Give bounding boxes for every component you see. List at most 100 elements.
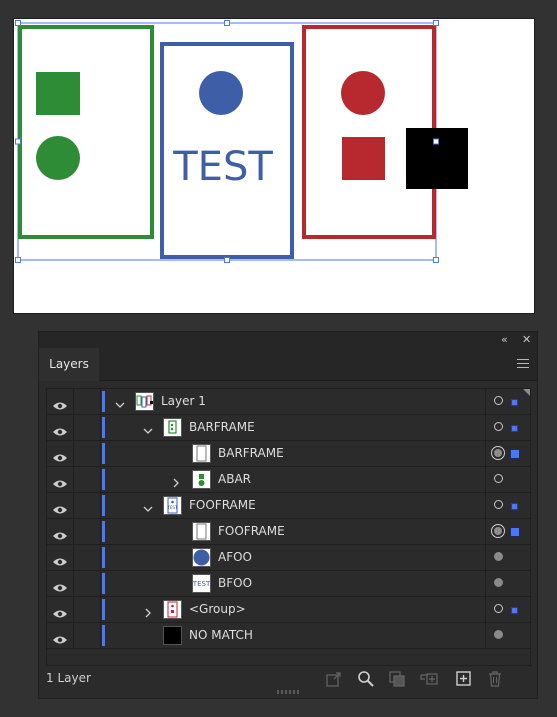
visibility-toggle[interactable]: [47, 441, 74, 466]
create-new-layer-icon[interactable]: [455, 670, 473, 688]
afoo-circle[interactable]: [199, 71, 243, 115]
target-icon[interactable]: [494, 474, 503, 483]
target-icon[interactable]: [494, 500, 503, 509]
create-sublayer-icon[interactable]: [420, 670, 438, 688]
target-icon[interactable]: [494, 422, 503, 431]
layer-item[interactable]: FOOFRAME: [107, 519, 485, 544]
chevron-down-icon[interactable]: [143, 421, 153, 440]
target-column[interactable]: [485, 415, 530, 440]
target-icon[interactable]: [494, 552, 503, 561]
bfoo-text[interactable]: TEST: [172, 144, 273, 190]
no-match-rect[interactable]: [406, 128, 468, 189]
layer-row[interactable]: BARFRAME: [47, 441, 530, 467]
target-icon[interactable]: [494, 578, 503, 587]
layer-name[interactable]: FOOFRAME: [189, 498, 256, 512]
lock-toggle[interactable]: [73, 389, 101, 414]
selection-indicator[interactable]: [510, 527, 520, 537]
layer-name[interactable]: <Group>: [189, 602, 246, 616]
target-icon[interactable]: [494, 396, 503, 405]
visibility-toggle[interactable]: [47, 571, 74, 596]
visibility-toggle[interactable]: [47, 597, 74, 622]
layer-row[interactable]: <Group>: [47, 597, 530, 623]
visibility-toggle[interactable]: [47, 389, 74, 414]
search-icon[interactable]: [357, 670, 375, 688]
close-icon[interactable]: ✕: [522, 333, 531, 346]
target-icon[interactable]: [494, 604, 503, 613]
visibility-toggle[interactable]: [47, 623, 74, 648]
layer-item[interactable]: Layer 1: [107, 389, 485, 414]
target-icon[interactable]: [491, 446, 505, 460]
layer-row[interactable]: TEST BFOO: [47, 571, 530, 597]
group-red-square[interactable]: [342, 137, 385, 180]
lock-toggle[interactable]: [73, 467, 101, 492]
layer-name[interactable]: ABAR: [218, 472, 251, 486]
lock-toggle[interactable]: [73, 545, 101, 570]
chevron-down-icon[interactable]: [115, 395, 125, 414]
layer-row[interactable]: BARFRAME: [47, 415, 530, 441]
target-column[interactable]: [485, 467, 530, 492]
resize-grip[interactable]: [277, 690, 299, 694]
layer-row[interactable]: ABAR: [47, 467, 530, 493]
abar-circle[interactable]: [36, 136, 80, 180]
layer-row[interactable]: Layer 1: [47, 389, 530, 415]
barframe-rect[interactable]: [18, 25, 154, 239]
layer-item[interactable]: NO MATCH: [107, 623, 485, 648]
chevron-right-icon[interactable]: [143, 603, 153, 622]
trash-icon[interactable]: [486, 670, 504, 688]
layer-row[interactable]: TEST FOOFRAME: [47, 493, 530, 519]
layer-item[interactable]: AFOO: [107, 545, 485, 570]
selection-indicator[interactable]: [511, 425, 518, 432]
target-column[interactable]: [485, 519, 530, 544]
lock-toggle[interactable]: [73, 571, 101, 596]
target-column[interactable]: [485, 623, 530, 648]
layer-name[interactable]: BARFRAME: [218, 446, 284, 460]
layer-item[interactable]: BARFRAME: [107, 415, 485, 440]
lock-toggle[interactable]: [73, 493, 101, 518]
lock-toggle[interactable]: [73, 597, 101, 622]
artboard-canvas[interactable]: TEST: [13, 18, 535, 314]
lock-toggle[interactable]: [73, 519, 101, 544]
layer-item[interactable]: TEST FOOFRAME: [107, 493, 485, 518]
selection-indicator[interactable]: [511, 503, 518, 510]
export-icon[interactable]: [325, 670, 343, 688]
selection-indicator[interactable]: [511, 607, 518, 614]
target-icon[interactable]: [491, 524, 505, 538]
hamburger-menu-icon[interactable]: [517, 359, 529, 369]
layer-name[interactable]: NO MATCH: [189, 628, 253, 642]
group-red-circle[interactable]: [341, 71, 385, 115]
visibility-toggle[interactable]: [47, 519, 74, 544]
panel-title-bar[interactable]: « ✕: [39, 332, 537, 348]
layer-item[interactable]: TEST BFOO: [107, 571, 485, 596]
visibility-toggle[interactable]: [47, 545, 74, 570]
lock-toggle[interactable]: [73, 441, 101, 466]
visibility-toggle[interactable]: [47, 467, 74, 492]
layer-row[interactable]: FOOFRAME: [47, 519, 530, 545]
layer-name[interactable]: BARFRAME: [189, 420, 255, 434]
target-column[interactable]: [485, 571, 530, 596]
clipping-mask-icon[interactable]: [388, 670, 406, 688]
layer-name[interactable]: FOOFRAME: [218, 524, 285, 538]
layer-item[interactable]: ABAR: [107, 467, 485, 492]
tab-layers[interactable]: Layers: [39, 348, 99, 381]
layer-item[interactable]: BARFRAME: [107, 441, 485, 466]
target-column[interactable]: [485, 545, 530, 570]
layer-name[interactable]: Layer 1: [161, 394, 206, 408]
target-column[interactable]: [485, 441, 530, 466]
layer-name[interactable]: BFOO: [218, 576, 252, 590]
lock-toggle[interactable]: [73, 415, 101, 440]
target-column[interactable]: [485, 597, 530, 622]
lock-toggle[interactable]: [73, 623, 101, 648]
target-column[interactable]: [485, 389, 530, 414]
visibility-toggle[interactable]: [47, 493, 74, 518]
layer-item[interactable]: <Group>: [107, 597, 485, 622]
layer-row[interactable]: AFOO: [47, 545, 530, 571]
layer-row[interactable]: NO MATCH: [47, 623, 530, 649]
selection-indicator[interactable]: [511, 399, 518, 406]
chevron-down-icon[interactable]: [143, 499, 153, 518]
abar-square[interactable]: [36, 72, 80, 115]
layer-name[interactable]: AFOO: [218, 550, 252, 564]
double-chevron-left-icon[interactable]: «: [501, 333, 508, 346]
target-icon[interactable]: [494, 630, 503, 639]
selection-indicator[interactable]: [510, 449, 520, 459]
target-column[interactable]: [485, 493, 530, 518]
